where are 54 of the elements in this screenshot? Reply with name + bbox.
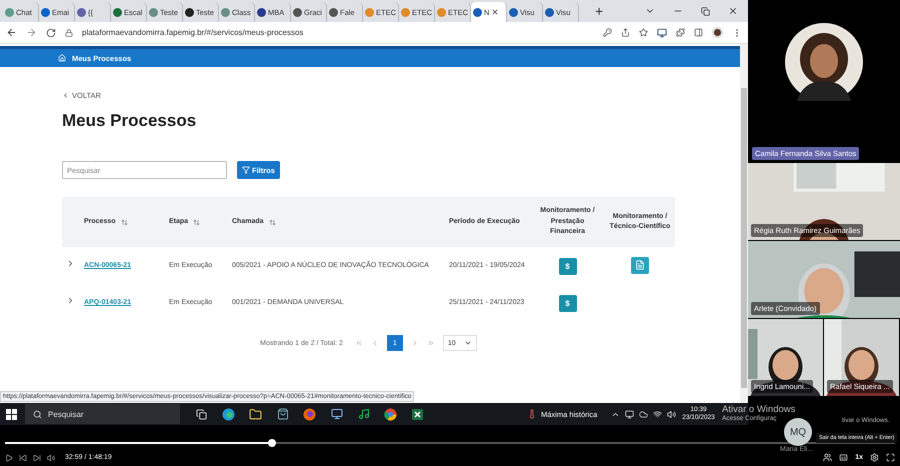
- activation-title: Ativar o Windows: [722, 404, 796, 415]
- store-icon[interactable]: [276, 408, 288, 420]
- wifi-icon[interactable]: [653, 410, 662, 418]
- profile-avatar[interactable]: [712, 27, 723, 38]
- reload-icon[interactable]: [46, 28, 56, 38]
- finance-button[interactable]: $: [558, 258, 576, 274]
- scrollbar[interactable]: [740, 44, 748, 403]
- share-icon[interactable]: [621, 28, 630, 37]
- back-icon[interactable]: [6, 27, 17, 38]
- home-icon[interactable]: [58, 54, 66, 62]
- filter-icon: [242, 166, 250, 174]
- document-icon: [635, 260, 645, 270]
- expand-icon[interactable]: [66, 259, 75, 268]
- page-title: Meus Processos: [62, 111, 198, 131]
- lock-icon: [65, 28, 73, 36]
- volume-icon[interactable]: [667, 410, 676, 418]
- task-view-icon[interactable]: [196, 408, 207, 420]
- people-icon[interactable]: [823, 453, 832, 462]
- fullscreen-icon[interactable]: [886, 453, 895, 462]
- sort-icon[interactable]: [268, 218, 276, 226]
- expand-icon[interactable]: [66, 296, 75, 306]
- play-icon[interactable]: [5, 454, 13, 462]
- forward-icon[interactable]: [33, 454, 41, 462]
- sidebar-icon[interactable]: [694, 28, 703, 37]
- restore-icon[interactable]: [701, 6, 710, 16]
- folder-icon[interactable]: [249, 408, 262, 420]
- sort-icon[interactable]: [120, 218, 128, 226]
- volume-icon[interactable]: [47, 454, 55, 462]
- chevron-icon: [62, 92, 69, 99]
- computer-icon[interactable]: [330, 408, 342, 420]
- settings-icon[interactable]: [870, 453, 879, 462]
- chrome-icon[interactable]: [384, 408, 397, 420]
- search-icon: [33, 410, 42, 418]
- rewind-icon[interactable]: [19, 454, 27, 462]
- puzzle-icon[interactable]: [676, 28, 685, 37]
- captions-icon[interactable]: [839, 453, 848, 462]
- windows-icon[interactable]: [6, 408, 17, 420]
- thermometer-icon: [527, 409, 537, 419]
- excel-icon[interactable]: [411, 408, 424, 420]
- close-icon[interactable]: [491, 8, 500, 16]
- key-icon[interactable]: [603, 28, 612, 37]
- new-tab-button[interactable]: +: [595, 3, 604, 19]
- finance-button[interactable]: $: [558, 294, 576, 312]
- presenter-avatar: MQ: [784, 418, 812, 446]
- cloud-icon[interactable]: [639, 410, 648, 418]
- device-icon[interactable]: [625, 410, 634, 418]
- caret-icon: [464, 339, 472, 347]
- sort-icon[interactable]: [193, 218, 200, 226]
- taskbar-search[interactable]: Pesquisar: [25, 404, 180, 424]
- address-field[interactable]: plataformaevandomirra.fapemig.br/#/servicos/meus-processos: [82, 28, 304, 37]
- star-icon[interactable]: [639, 28, 648, 37]
- progress-thumb[interactable]: [268, 439, 276, 447]
- close-icon[interactable]: [728, 6, 738, 16]
- report-button[interactable]: [631, 256, 649, 274]
